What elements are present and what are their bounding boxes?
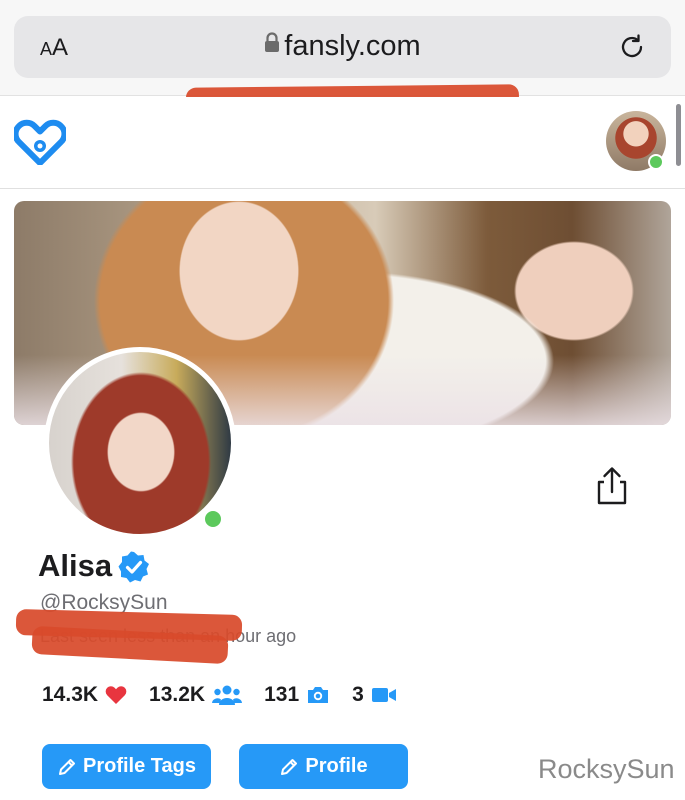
followers-count: 13.2K xyxy=(149,683,206,706)
videos-count: 3 xyxy=(352,683,364,706)
video-icon xyxy=(371,688,396,702)
profile-stats: 14.3K 13.2K 131 3 xyxy=(42,680,419,710)
url-display[interactable]: fansly.com xyxy=(14,30,671,63)
photos-count: 131 xyxy=(264,683,300,706)
nav-online-indicator xyxy=(648,154,664,170)
url-field[interactable]: AA fansly.com xyxy=(14,16,671,78)
pencil-icon xyxy=(281,758,298,775)
followers-icon xyxy=(212,685,243,705)
lock-icon xyxy=(265,32,280,52)
pencil-icon xyxy=(59,758,75,775)
edit-profile-button[interactable]: Profile xyxy=(239,744,408,789)
watermark-text: RocksySun xyxy=(538,754,675,784)
browser-address-bar: AA fansly.com xyxy=(0,0,685,96)
verified-badge-icon xyxy=(118,551,149,583)
profile-tags-label: Profile Tags xyxy=(83,755,196,777)
stat-followers[interactable]: 13.2K xyxy=(149,683,243,707)
stat-likes[interactable]: 14.3K xyxy=(42,683,127,707)
profile-display-name: Alisa xyxy=(38,548,113,583)
site-header xyxy=(0,97,685,189)
edit-profile-label: Profile xyxy=(305,755,368,777)
likes-count: 14.3K xyxy=(42,683,99,706)
scrollbar[interactable] xyxy=(676,104,681,166)
share-icon[interactable] xyxy=(594,466,630,506)
camera-icon xyxy=(308,687,329,703)
stat-photos[interactable]: 131 xyxy=(264,683,330,707)
fansly-logo-icon[interactable] xyxy=(14,119,66,165)
url-text: fansly.com xyxy=(284,30,421,62)
stat-videos[interactable]: 3 xyxy=(352,683,397,707)
reload-icon[interactable] xyxy=(617,32,647,62)
profile-online-indicator xyxy=(201,507,225,531)
heart-icon xyxy=(105,686,127,704)
profile-tags-button[interactable]: Profile Tags xyxy=(42,744,211,789)
